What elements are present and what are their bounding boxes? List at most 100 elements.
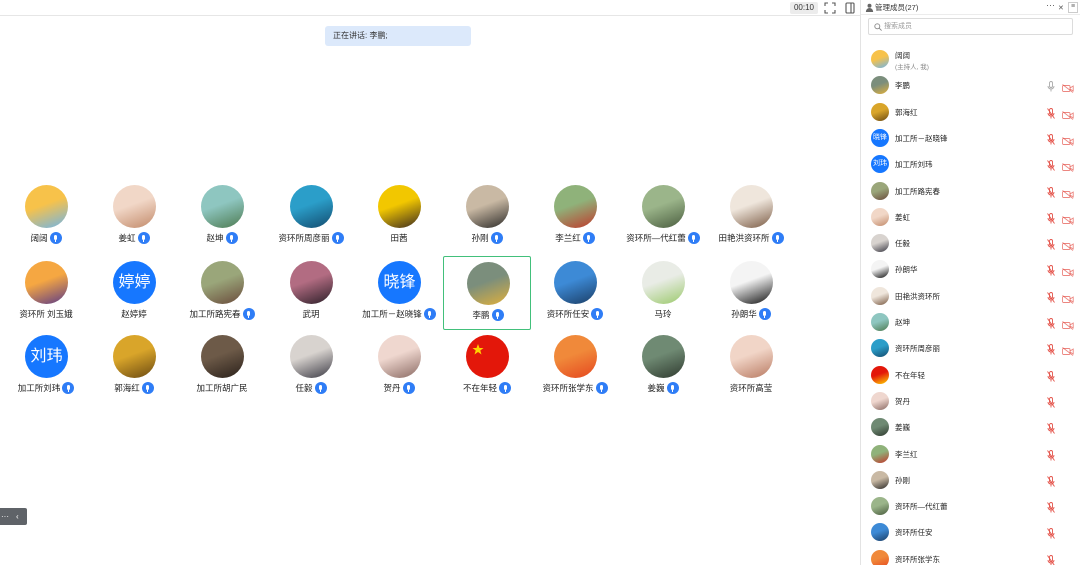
camera-off-icon[interactable]	[1062, 291, 1074, 304]
microphone-muted-icon[interactable]	[1047, 474, 1055, 487]
avatar	[871, 391, 889, 410]
member-search-box[interactable]	[868, 18, 1073, 35]
avatar	[201, 261, 244, 304]
avatar	[730, 261, 773, 304]
member-row[interactable]: 田艳洪资环所	[861, 283, 1080, 309]
camera-off-icon[interactable]	[1062, 212, 1074, 225]
avatar	[871, 523, 889, 542]
participant-tile[interactable]: 孙朗华	[707, 256, 795, 330]
microphone-muted-icon[interactable]	[1047, 106, 1055, 119]
member-row[interactable]: 李鹏	[861, 72, 1080, 98]
avatar	[642, 335, 685, 378]
member-search-input[interactable]	[884, 20, 1064, 33]
avatar	[467, 262, 510, 305]
participant-name: 任毅	[295, 383, 313, 393]
microphone-muted-icon[interactable]	[1047, 211, 1055, 224]
member-name: 资环所—代红蕾	[895, 502, 948, 512]
camera-off-icon[interactable]	[1062, 317, 1074, 330]
participant-name: 武玥	[302, 309, 320, 319]
member-row[interactable]: 姜虹	[861, 204, 1080, 230]
member-name: 资环所周彦丽	[895, 344, 940, 354]
layout-toggle-icon[interactable]	[844, 2, 856, 14]
member-row[interactable]: 孙朗华	[861, 256, 1080, 282]
participant-tile[interactable]: 资环所高莹	[707, 330, 795, 404]
member-row[interactable]: 郭海红	[861, 99, 1080, 125]
microphone-muted-icon[interactable]	[1047, 316, 1055, 329]
microphone-icon	[225, 232, 238, 244]
chevron-left-icon: ‹	[16, 512, 19, 521]
avatar	[642, 185, 685, 228]
member-row[interactable]: 资环所任安	[861, 519, 1080, 545]
camera-off-icon[interactable]	[1062, 133, 1074, 146]
avatar	[201, 185, 244, 228]
member-name: 阔阔	[895, 51, 910, 60]
member-row[interactable]: 加工所路宪春	[861, 178, 1080, 204]
avatar	[730, 185, 773, 228]
speaking-banner: 正在讲话: 李鹏;	[325, 26, 471, 46]
camera-off-icon[interactable]	[1062, 80, 1074, 94]
microphone-icon	[582, 232, 595, 244]
member-row[interactable]: 李兰红	[861, 441, 1080, 467]
camera-off-icon[interactable]	[1062, 186, 1074, 199]
participant-name: 加工所路宪春	[189, 309, 241, 319]
participant-name: 资环所张学东	[542, 383, 594, 393]
participant-name: 赵坤	[206, 233, 224, 243]
collapse-tab[interactable]: ··· ‹	[0, 508, 27, 525]
microphone-muted-icon[interactable]	[1047, 263, 1055, 277]
member-row[interactable]: 任毅	[861, 230, 1080, 256]
microphone-muted-icon[interactable]	[1047, 500, 1055, 513]
member-name: 郭海红	[895, 107, 918, 117]
member-row[interactable]: 不在年轻	[861, 362, 1080, 388]
microphone-muted-icon[interactable]	[1047, 553, 1055, 565]
microphone-muted-icon[interactable]	[1047, 237, 1055, 250]
participant-name: 资环所高莹	[729, 383, 773, 393]
member-row[interactable]: 孙刚	[861, 467, 1080, 493]
participant-name: 孙刚	[471, 233, 489, 243]
member-row[interactable]: 资环所周彦丽	[861, 335, 1080, 361]
microphone-muted-icon[interactable]	[1047, 395, 1055, 408]
microphone-muted-icon[interactable]	[1047, 421, 1055, 434]
member-row[interactable]: 赵坤	[861, 309, 1080, 335]
member-row[interactable]: 晓锋 加工所－赵晓锋	[861, 125, 1080, 151]
microphone-muted-icon[interactable]	[1047, 290, 1055, 303]
more-options-icon[interactable]: ···	[1046, 0, 1055, 10]
meeting-timer: 00:10	[790, 2, 818, 14]
avatar	[871, 418, 889, 437]
camera-off-icon[interactable]	[1062, 107, 1074, 120]
member-row[interactable]: 阔阔 (主持人, 我)	[861, 46, 1080, 72]
microphone-muted-icon[interactable]	[1047, 369, 1055, 382]
participant-name: 姜巍	[647, 383, 665, 393]
camera-off-icon[interactable]	[1062, 238, 1074, 251]
microphone-muted-icon[interactable]	[1047, 158, 1055, 171]
menu-icon[interactable]: ≡	[1068, 2, 1078, 13]
participant-name: 资环所 刘玉娥	[19, 309, 73, 319]
member-name: 加工所刘玮	[895, 160, 933, 170]
meeting-window: 00:10 正在讲话: 李鹏; 阔阔 姜虹 赵坤 资环所周彦丽 田茜 孙刚 李兰红 资环所—代…	[0, 0, 1080, 565]
camera-off-icon[interactable]	[1062, 159, 1074, 173]
microphone-muted-icon[interactable]	[1047, 132, 1055, 145]
camera-off-icon[interactable]	[1062, 264, 1074, 278]
avatar	[871, 207, 889, 226]
avatar	[113, 185, 156, 228]
microphone-muted-icon[interactable]	[1047, 342, 1055, 356]
member-row[interactable]: 资环所—代红蕾	[861, 493, 1080, 519]
camera-off-icon[interactable]	[1062, 343, 1074, 357]
microphone-muted-icon[interactable]	[1047, 448, 1055, 461]
member-name: 贺丹	[895, 396, 910, 406]
participant-name: 孙朗华	[731, 309, 757, 319]
participant-name: 加工所刘玮	[17, 383, 61, 393]
fullscreen-icon[interactable]	[824, 2, 836, 14]
microphone-icon	[499, 382, 511, 394]
participant-name: 田茜	[390, 233, 408, 243]
microphone-icon[interactable]	[1047, 79, 1055, 92]
member-panel-title: 管理成员(27)	[875, 3, 919, 12]
microphone-muted-icon[interactable]	[1047, 185, 1055, 198]
microphone-muted-icon[interactable]	[1047, 526, 1055, 540]
close-icon[interactable]: ✕	[1058, 4, 1064, 12]
member-panel-header: 管理成员(27) ··· ✕ ≡	[861, 0, 1080, 15]
member-row[interactable]: 姜巍	[861, 414, 1080, 440]
member-row[interactable]: 资环所张学东	[861, 546, 1080, 565]
member-row[interactable]: 刘玮 加工所刘玮	[861, 151, 1080, 177]
member-row[interactable]: 贺丹	[861, 388, 1080, 414]
participant-tile[interactable]: 田艳洪资环所	[707, 180, 795, 254]
